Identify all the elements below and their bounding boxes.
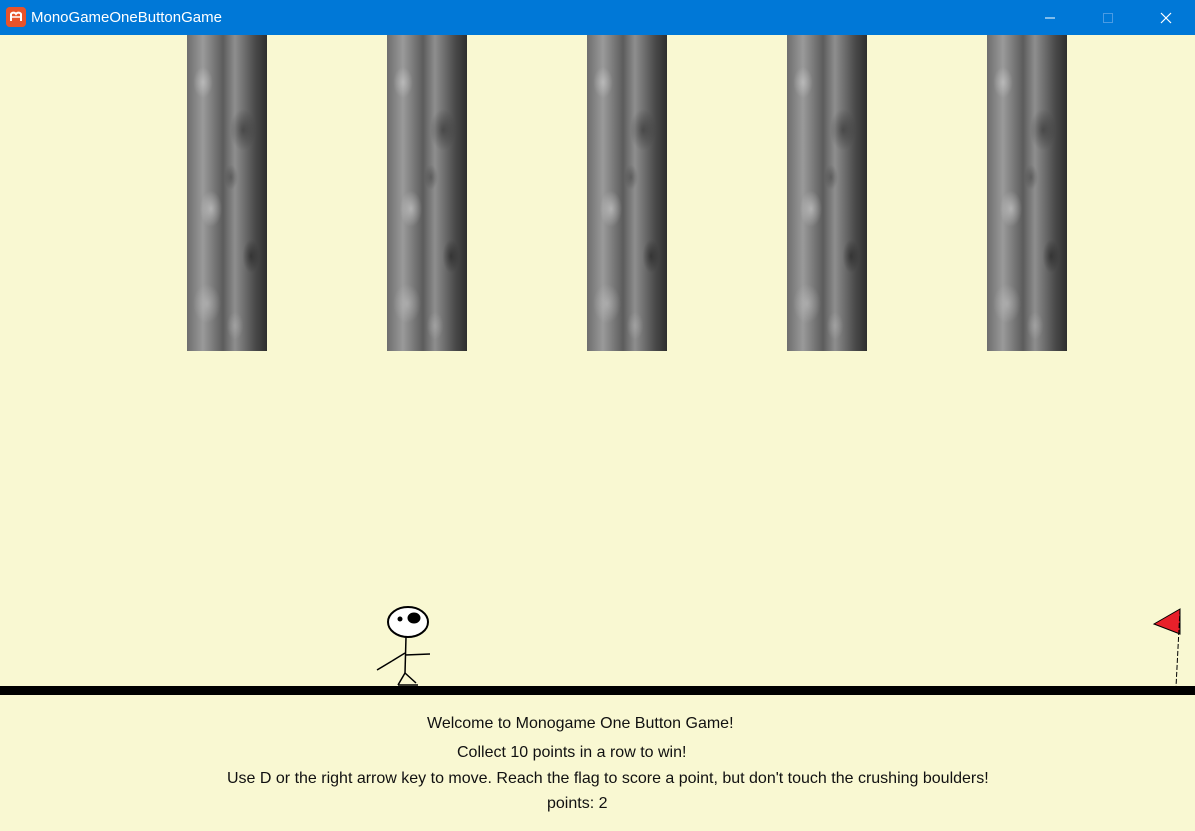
crushing-boulder: [587, 35, 667, 351]
game-window: MonoGameOneButtonGame Welcome to Monogam…: [0, 0, 1195, 831]
close-button[interactable]: [1137, 0, 1195, 35]
title-bar[interactable]: MonoGameOneButtonGame: [0, 0, 1195, 35]
crushing-boulder: [787, 35, 867, 351]
crushing-boulder: [987, 35, 1067, 351]
ground-line: [0, 686, 1195, 695]
stickman-player: [376, 606, 431, 686]
goal-flag: [1152, 608, 1181, 687]
welcome-message: Welcome to Monogame One Button Game!: [427, 715, 734, 732]
points-value: 2: [598, 795, 608, 812]
minimize-icon: [1045, 17, 1055, 18]
goal-message: Collect 10 points in a row to win!: [457, 744, 687, 761]
window-title: MonoGameOneButtonGame: [31, 9, 222, 26]
close-icon: [1160, 12, 1172, 23]
instructions-message: Use D or the right arrow key to move. Re…: [227, 770, 989, 787]
crushing-boulder: [387, 35, 467, 351]
points-display: points: 2: [547, 795, 608, 813]
crushing-boulder: [187, 35, 267, 351]
maximize-button[interactable]: [1079, 0, 1137, 35]
monogame-logo-icon: [6, 7, 26, 27]
game-canvas[interactable]: Welcome to Monogame One Button Game! Col…: [0, 35, 1195, 831]
points-label: points:: [547, 795, 595, 812]
minimize-button[interactable]: [1021, 0, 1079, 35]
maximize-icon: [1103, 12, 1113, 23]
